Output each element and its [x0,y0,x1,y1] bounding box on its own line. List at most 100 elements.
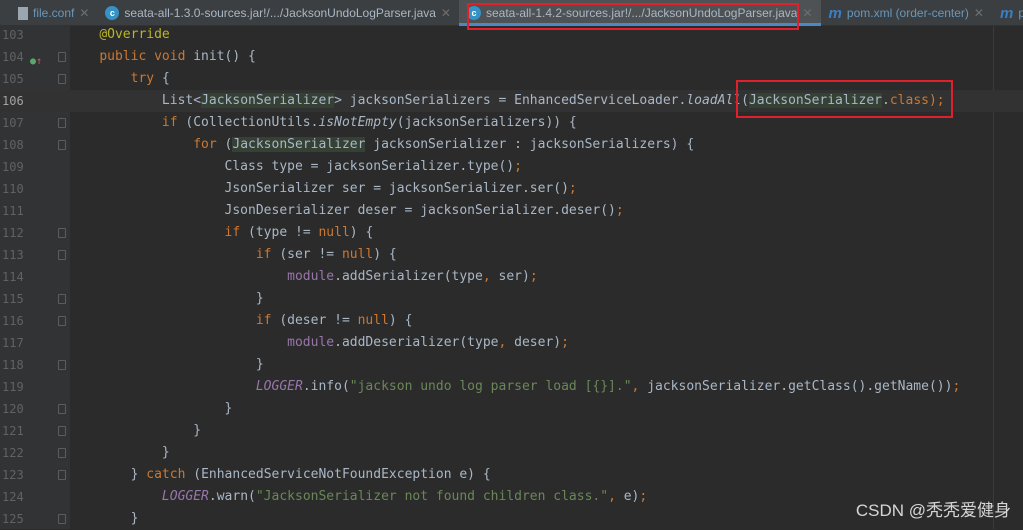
code-token: { [161,71,170,86]
code-line[interactable]: 113 if (ser != null) { [0,244,1023,266]
code-text: } catch (EnhancedServiceNotFoundExceptio… [68,464,491,486]
tab-1[interactable]: c seata-all-1.3.0-sources.jar!/.../Jackso… [97,0,459,26]
code-token: for [193,137,225,152]
code-text: public void init() { [68,46,256,68]
code-token: if [161,115,186,130]
code-token: LOGGER [161,489,209,504]
close-icon[interactable]: ✕ [974,6,984,20]
code-line[interactable]: 119 LOGGER.info("jackson undo log parser… [0,376,1023,398]
code-token: , [498,335,515,350]
code-token: } [68,445,170,460]
code-line[interactable]: 111 JsonDeserializer deser = jacksonSeri… [0,200,1023,222]
code-line[interactable]: 115 } [0,288,1023,310]
close-icon[interactable]: ✕ [79,6,89,20]
close-icon[interactable]: ✕ [441,6,451,20]
line-number: 105 [2,72,24,86]
code-token: (ser != [279,247,342,262]
tab-4[interactable]: mpom [992,0,1023,26]
code-token: ; [952,379,961,394]
code-token: loadAll [686,93,742,108]
line-number: 110 [2,182,24,196]
tab-label: file.conf [33,6,75,20]
code-token: "jackson undo log parser load [{}]." [349,379,632,394]
code-token: (jacksonSerializers)) { [396,115,577,130]
fold-icon[interactable] [58,228,66,238]
line-number: 120 [2,402,24,416]
fold-icon[interactable] [58,52,66,62]
code-line[interactable]: 118 } [0,354,1023,376]
fold-icon[interactable] [58,404,66,414]
code-token: jacksonSerializer : jacksonSerializers) … [365,137,695,152]
fold-icon[interactable] [58,470,66,480]
code-line[interactable]: 114 module.addSerializer(type, ser); [0,266,1023,288]
code-token: } [68,401,233,416]
code-token: ; [529,269,538,284]
fold-icon[interactable] [58,250,66,260]
code-text: if (type != null) { [68,222,374,244]
code-token: () { [224,49,256,64]
code-line[interactable]: 116 if (deser != null) { [0,310,1023,332]
code-line[interactable]: 104 ●↑ public void init() { [0,46,1023,68]
code-token: null [318,225,350,240]
fold-icon[interactable] [58,360,66,370]
line-number: 117 [2,336,24,350]
code-token: ) { [373,247,397,262]
fold-icon[interactable] [58,140,66,150]
line-number: 116 [2,314,24,328]
line-number: 124 [2,490,24,504]
code-text: @Override [68,24,169,46]
code-text: } [68,288,264,310]
code-line[interactable]: 112 if (type != null) { [0,222,1023,244]
code-token: Class type = jacksonSerializer.type() [68,159,515,174]
fold-icon[interactable] [58,426,66,436]
code-token: ; [561,335,569,350]
highlight-box-tab [467,3,799,30]
code-line[interactable]: 110 JsonSerializer ser = jacksonSerializ… [0,178,1023,200]
code-token: (EnhancedServiceNotFoundException e) { [193,467,491,482]
code-text: if (CollectionUtils.isNotEmpty(jacksonSe… [68,112,577,134]
code-line[interactable]: 109 Class type = jacksonSerializer.type(… [0,156,1023,178]
code-line[interactable]: 123 } catch (EnhancedServiceNotFoundExce… [0,464,1023,486]
java-class-icon: c [105,6,120,20]
line-number: 123 [2,468,24,482]
close-icon[interactable]: ✕ [802,6,812,20]
tab-0[interactable]: file.conf ✕ [0,0,97,26]
tab-3[interactable]: m pom.xml (order-center) ✕ [821,0,992,26]
file-icon [18,6,28,20]
fold-icon[interactable] [58,294,66,304]
tab-label: pom.xml (order-center) [846,6,969,20]
line-number: 103 [2,28,24,42]
code-line[interactable]: 121 } [0,420,1023,442]
code-token: (type != [248,225,319,240]
line-number: 111 [2,204,24,218]
code-line[interactable]: 120 } [0,398,1023,420]
code-line[interactable]: 117 module.addDeserializer(type, deser); [0,332,1023,354]
code-token: ; [639,489,648,504]
fold-icon[interactable] [58,514,66,524]
line-number: 104 [2,50,24,64]
code-line[interactable]: 108 for (JacksonSerializer jacksonSerial… [0,134,1023,156]
code-token: .addDeserializer(type [334,335,499,350]
fold-icon[interactable] [58,118,66,128]
fold-icon[interactable] [58,448,66,458]
line-number: 114 [2,270,24,284]
code-token: (CollectionUtils. [185,115,319,130]
code-token: ; [514,159,522,174]
line-number: 122 [2,446,24,460]
fold-icon[interactable] [58,74,66,84]
code-token: ) { [349,225,374,240]
highlight-box-class-arg [736,80,953,118]
fold-icon[interactable] [58,316,66,326]
line-number: 112 [2,226,24,240]
code-text: LOGGER.info("jackson undo log parser loa… [68,376,960,398]
code-token: module [287,269,335,284]
code-line[interactable]: 122 } [0,442,1023,464]
code-token: try [130,71,162,86]
